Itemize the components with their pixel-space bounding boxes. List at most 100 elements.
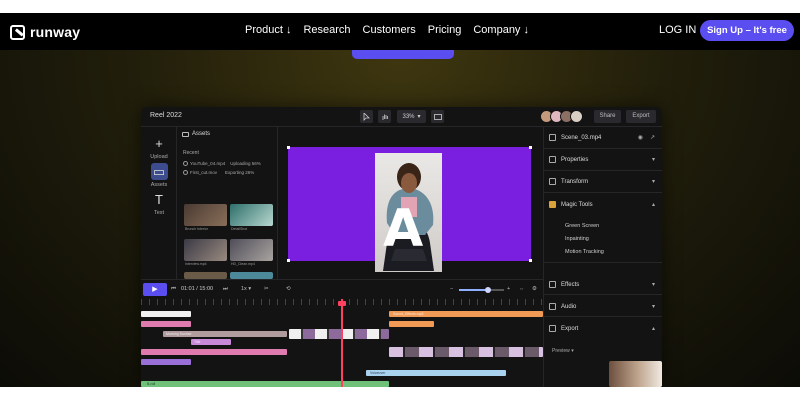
asset-thumbnail[interactable] xyxy=(184,239,227,261)
timeline-clip[interactable]: Voiceover xyxy=(366,370,506,376)
playhead[interactable] xyxy=(341,299,343,387)
video-editor-preview: Reel 2022 33% ▾ Share Export + Upload ▭ … xyxy=(141,107,662,387)
asset-thumbnail[interactable] xyxy=(230,204,273,226)
zoom-select[interactable]: 33% ▾ xyxy=(397,110,426,123)
magic-tools-section[interactable]: Magic Tools ▴ Green Screen Inpainting Mo… xyxy=(544,193,662,263)
nav-product[interactable]: Product ↓ xyxy=(245,24,291,36)
photo-caption: RUNWAY xyxy=(397,234,414,238)
timeline-clip[interactable]: Morning Sunrise xyxy=(163,331,287,337)
effects-section[interactable]: Effects ▾ xyxy=(544,273,662,295)
speed-select[interactable]: 1x ▾ xyxy=(241,286,251,292)
avatar[interactable] xyxy=(570,110,583,123)
settings-icon[interactable]: ⚙ xyxy=(532,286,537,292)
asset-thumbnail[interactable] xyxy=(184,204,227,226)
timeline-controls: ▶ ⏮ 01:01 / 15:00 ⏭ 1x ▾ ✂ ⟲ − + ⇔ ⚙ xyxy=(141,279,543,299)
hero-cta-button[interactable] xyxy=(352,50,454,59)
timecode: 01:01 / 15:00 xyxy=(181,286,214,292)
asset-thumbnail[interactable] xyxy=(184,272,227,279)
brand-name: runway xyxy=(30,24,81,40)
rail-text[interactable]: T Text xyxy=(146,191,172,216)
upload-status: Exporting 26% xyxy=(225,170,255,175)
login-link[interactable]: LOG IN xyxy=(659,24,696,36)
rail-label: Upload xyxy=(150,154,168,160)
asset-name: HD_Clean.mp4 xyxy=(231,262,255,266)
signup-button[interactable]: Sign Up – It's free xyxy=(700,20,794,41)
upload-status: Uploading 56% xyxy=(230,161,261,166)
resize-handle[interactable] xyxy=(529,146,532,149)
zoom-slider[interactable] xyxy=(459,287,504,293)
timeline-clip[interactable]: B-roll xyxy=(141,381,389,387)
eye-icon[interactable]: ◉ xyxy=(638,134,643,141)
nav-research[interactable]: Research xyxy=(303,24,350,36)
timeline-clip[interactable] xyxy=(389,321,434,327)
list-icon xyxy=(549,156,556,163)
zoom-in-icon[interactable]: + xyxy=(507,286,510,292)
preview-label: Preview xyxy=(552,348,570,354)
assets-title-text: Assets xyxy=(192,131,211,137)
timeline-clip[interactable] xyxy=(389,347,543,357)
upload-row[interactable]: First_cut.mov Exporting 26% xyxy=(183,170,254,175)
file-icon xyxy=(549,134,556,141)
upload-filename: YouTube_04.mp4 xyxy=(190,161,226,166)
tool-green-screen[interactable]: Green Screen xyxy=(565,223,599,229)
chevron-up-icon: ▴ xyxy=(651,326,655,332)
timeline-clip[interactable] xyxy=(141,321,191,327)
timeline-clip[interactable] xyxy=(289,329,389,339)
skip-forward-icon[interactable]: ⏭ xyxy=(223,286,228,293)
asset-thumbnail[interactable] xyxy=(230,272,273,279)
asset-name: Brunch Interior xyxy=(185,227,208,231)
nav-company[interactable]: Company ↓ xyxy=(473,24,529,36)
tool-motion-tracking[interactable]: Motion Tracking xyxy=(565,249,604,255)
timeline-clip[interactable] xyxy=(141,359,191,365)
effects-icon xyxy=(549,281,556,288)
asset-name: DetailShot xyxy=(231,227,248,231)
timeline-clip[interactable] xyxy=(141,311,191,317)
clip-label: Sound_Effects.mp3 xyxy=(393,312,424,316)
timeline-tracks: Sound_Effects.mp3 Morning Sunrise Title … xyxy=(141,299,543,387)
properties-row: Properties xyxy=(549,156,588,163)
audio-section[interactable]: Audio ▾ xyxy=(544,295,662,317)
zoom-out-icon[interactable]: − xyxy=(450,286,453,292)
resize-handle[interactable] xyxy=(287,259,290,262)
rail-upload[interactable]: + Upload xyxy=(146,135,172,160)
external-link-icon[interactable]: ↗ xyxy=(650,134,655,141)
text-icon: T xyxy=(155,192,163,207)
tool-inpainting[interactable]: Inpainting xyxy=(565,236,589,242)
timeline-clip[interactable]: Title xyxy=(191,339,231,345)
split-icon[interactable]: ✂ xyxy=(264,286,269,292)
assets-panel: Assets Recent YouTube_04.mp4 Uploading 5… xyxy=(178,127,278,279)
nav-customers[interactable]: Customers xyxy=(363,24,416,36)
resize-handle[interactable] xyxy=(529,259,532,262)
fit-timeline-icon[interactable]: ⇔ xyxy=(519,286,525,292)
play-button[interactable]: ▶ xyxy=(143,283,167,296)
upload-filename: First_cut.mov xyxy=(190,170,218,175)
brand-logo[interactable]: runway xyxy=(10,22,80,42)
transform-row: Transform xyxy=(549,178,588,185)
transform-label: Transform xyxy=(561,178,589,185)
select-tool-icon[interactable] xyxy=(360,110,373,123)
chevron-up-icon: ▴ xyxy=(651,202,655,208)
asset-thumbnail[interactable] xyxy=(230,239,273,261)
subject-photo[interactable]: A RUNWAY xyxy=(375,153,442,272)
preview-select[interactable]: Preview ▾ xyxy=(552,348,574,354)
upload-row[interactable]: YouTube_04.mp4 Uploading 56% xyxy=(183,161,261,166)
loop-icon[interactable]: ⟲ xyxy=(286,286,291,292)
skip-back-icon[interactable]: ⏮ xyxy=(171,286,176,293)
timeline-clip[interactable] xyxy=(141,349,287,355)
export-section[interactable]: Export ▴ xyxy=(544,317,662,339)
properties-label: Properties xyxy=(561,156,589,163)
resize-handle[interactable] xyxy=(287,146,290,149)
timeline-clip[interactable]: Sound_Effects.mp3 xyxy=(389,311,543,317)
nav-pricing[interactable]: Pricing xyxy=(428,24,462,36)
zoom-slider-knob[interactable] xyxy=(485,287,491,293)
properties-section[interactable]: Properties ▾ xyxy=(544,149,662,171)
transform-section[interactable]: Transform ▾ xyxy=(544,171,662,193)
share-button[interactable]: Share xyxy=(594,110,621,123)
export-button[interactable]: Export xyxy=(626,110,656,123)
folder-icon xyxy=(182,131,189,137)
magic-tools-label: Magic Tools xyxy=(561,201,593,208)
hand-tool-icon[interactable] xyxy=(378,110,391,123)
video-canvas[interactable]: A RUNWAY xyxy=(287,146,532,272)
rail-assets[interactable]: ▭ Assets xyxy=(146,163,172,188)
fit-screen-icon[interactable] xyxy=(431,110,444,123)
